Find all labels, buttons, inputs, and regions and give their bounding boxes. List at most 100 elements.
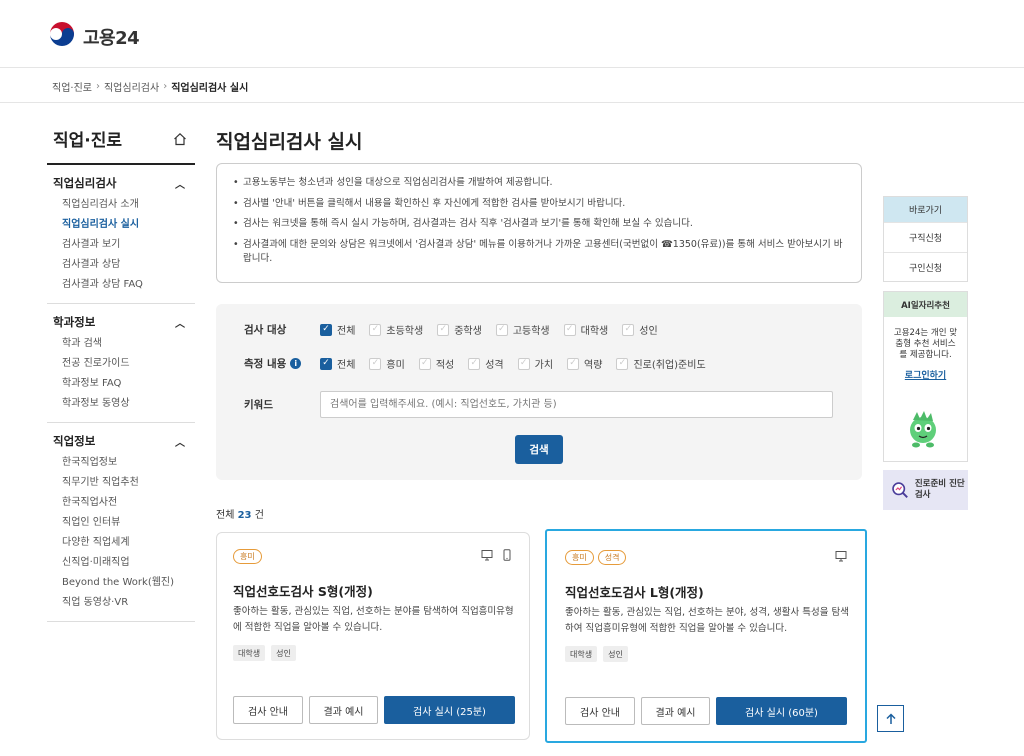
sidebar-item[interactable]: 전공 진로가이드 [47,354,195,374]
test-card[interactable]: 흥미 직업선호도검사 S형(개정) 좋아하는 활동, 관심있는 직업, 선호하는… [216,532,530,740]
chevron-up-icon: ︿ [175,179,185,191]
ai-recommend-description: 고용24는 개인 맞춤형 추천 서비스를 제공합니다. [893,328,958,360]
quick-links-title: 바로가기 [884,197,967,222]
quick-link-hiring-application[interactable]: 구인신청 [884,252,967,282]
sidebar-item[interactable]: 신직업·미래직업 [47,553,195,573]
sidebar-item[interactable]: 학과 검색 [47,334,195,354]
check-icon: ✓ [563,323,576,336]
login-link[interactable]: 로그인하기 [884,368,967,381]
target-checkbox[interactable]: ✓ 중학생 [437,322,482,337]
measure-checkbox-label: 역량 [584,360,603,371]
target-checkbox-label: 중학생 [454,326,482,337]
quick-links-panel: 바로가기 구직신청 구인신청 [883,196,968,282]
measure-checkbox[interactable]: ✓ 성격 [468,356,504,371]
check-icon: ✓ [320,323,332,336]
target-checkbox[interactable]: ✓ 대학생 [563,322,608,337]
page-title: 직업심리검사 실시 [216,131,363,153]
target-checkbox-group: ✓ 전체 ✓ 초등학생 ✓ 중학생 ✓ 고등학생 ✓ 대학생 ✓ 성인 [320,322,658,337]
sidebar: 직업·진로 직업심리검사 ︿ 직업심리검사 소개 직업심리검사 실시 검사결과 … [47,122,195,622]
ai-recommend-panel: AI일자리추천 고용24는 개인 맞춤형 추천 서비스를 제공합니다. 로그인하… [883,291,968,462]
card-description: 좋아하는 활동, 관심있는 직업, 선호하는 분야, 성격, 생활사 특성을 탐… [565,607,849,634]
sidebar-item[interactable]: 한국직업사전 [47,493,195,513]
result-count: 전체 23 건 [216,510,264,521]
target-checkbox-label: 고등학생 [512,326,550,337]
result-example-button[interactable]: 결과 예시 [309,696,378,724]
guide-button[interactable]: 검사 안내 [233,696,303,724]
quick-link-job-application[interactable]: 구직신청 [884,222,967,252]
breadcrumb-current: 직업심리검사 실시 [171,83,249,94]
card-tags: 흥미 성격 [565,550,627,565]
target-checkbox[interactable]: ✓ 전체 [320,322,355,337]
sidebar-item[interactable]: 직업인 인터뷰 [47,513,195,533]
breadcrumb: 직업·진로 › 직업심리검사 › 직업심리검사 실시 [52,79,248,94]
keyword-input[interactable] [320,391,833,418]
sidebar-item[interactable]: 검사결과 상담 [47,255,195,275]
taegeuk-logo-icon [48,22,76,51]
filter-panel: 검사 대상 ✓ 전체 ✓ 초등학생 ✓ 중학생 ✓ 고등학생 ✓ 대학생 ✓ 성인 측정 내용 i ✓ 전… [216,304,862,480]
sidebar-group-header[interactable]: 학과정보 ︿ [47,312,195,334]
measure-checkbox-label: 성격 [485,360,504,371]
info-icon[interactable]: i [290,358,302,369]
start-test-button[interactable]: 검사 실시 (25분) [384,696,515,724]
measure-checkbox-label: 가치 [534,360,554,371]
arrow-up-icon [885,712,896,724]
sidebar-item[interactable]: 검사결과 보기 [47,235,195,255]
card-actions: 검사 안내 결과 예시 검사 실시 (25분) [233,696,515,724]
sidebar-item[interactable]: Beyond the Work(웹진) [47,573,195,593]
home-icon[interactable] [173,132,187,146]
measure-checkbox[interactable]: ✓ 전체 [320,356,355,371]
sidebar-item[interactable]: 학과정보 FAQ [47,374,195,394]
category-tag: 성격 [597,550,627,565]
sidebar-item[interactable]: 학과정보 동영상 [47,394,195,414]
measure-checkbox-label: 진로(취업)준비도 [633,360,706,371]
target-checkbox[interactable]: ✓ 고등학생 [495,322,550,337]
target-checkbox[interactable]: ✓ 초등학생 [369,322,423,337]
measure-checkbox[interactable]: ✓ 가치 [517,356,554,371]
sidebar-group-label: 직업정보 [53,434,96,448]
check-icon: ✓ [418,357,431,370]
sidebar-item[interactable]: 직무기반 직업추천 [47,473,195,493]
chevron-right-icon: › [95,81,100,92]
logo[interactable]: 고용24 [47,22,140,52]
magnifier-chart-icon [892,482,908,498]
breadcrumb-item[interactable]: 직업·진로 [52,79,92,94]
sidebar-item[interactable]: 검사결과 상담 FAQ [47,275,195,295]
career-diagnosis-banner[interactable]: 진로준비 진단검사 [883,470,968,510]
breadcrumb-bar: 직업·진로 › 직업심리검사 › 직업심리검사 실시 [0,69,1024,103]
measure-label: 측정 내용 i [244,356,320,371]
measure-checkbox[interactable]: ✓ 흥미 [369,356,405,371]
search-button[interactable]: 검색 [515,435,563,464]
result-example-button[interactable]: 결과 예시 [641,697,710,725]
measure-checkbox[interactable]: ✓ 진로(취업)준비도 [616,356,706,371]
mascot-icon [910,411,936,448]
sidebar-title: 직업·진로 [53,131,123,151]
guide-button[interactable]: 검사 안내 [565,697,635,725]
sidebar-item-active[interactable]: 직업심리검사 실시 [47,215,195,235]
measure-checkbox[interactable]: ✓ 역량 [567,356,602,371]
scroll-top-button[interactable] [877,705,904,732]
card-title[interactable]: 직업선호도검사 L형(개정) [565,582,704,601]
breadcrumb-item[interactable]: 직업심리검사 [104,79,159,94]
sidebar-group-header[interactable]: 직업심리검사 ︿ [47,173,195,195]
sidebar-item[interactable]: 직업심리검사 소개 [47,195,195,215]
test-card-selected[interactable]: 흥미 성격 직업선호도검사 L형(개정) 좋아하는 활동, 관심있는 직업, 선… [545,529,867,743]
header: 고용24 [0,0,1024,68]
sidebar-item[interactable]: 직업 동영상·VR [47,593,195,613]
sidebar-group-label: 학과정보 [53,315,96,329]
target-checkbox[interactable]: ✓ 성인 [622,322,658,337]
measure-checkbox[interactable]: ✓ 적성 [418,356,455,371]
start-test-button[interactable]: 검사 실시 (60분) [716,697,847,725]
sidebar-group-header[interactable]: 직업정보 ︿ [47,431,195,453]
sidebar-item[interactable]: 한국직업정보 [47,453,195,473]
ai-recommend-title: AI일자리추천 [884,292,967,317]
device-icons [835,550,847,562]
card-title[interactable]: 직업선호도검사 S형(개정) [233,581,373,600]
card-actions: 검사 안내 결과 예시 검사 실시 (60분) [565,697,847,725]
audience-chip: 대학생 [233,645,266,661]
check-icon: ✓ [320,357,332,370]
sidebar-item[interactable]: 다양한 직업세계 [47,533,195,553]
sidebar-group-label: 직업심리검사 [53,176,117,190]
measure-checkbox-label: 적성 [435,360,455,371]
measure-filter-row: 측정 내용 i ✓ 전체 ✓ 흥미 ✓ 적성 ✓ 성격 ✓ 가치 ✓ 역량 ✓ 진로(취업)준비도 [244,356,706,371]
target-checkbox-label: 성인 [639,326,658,337]
